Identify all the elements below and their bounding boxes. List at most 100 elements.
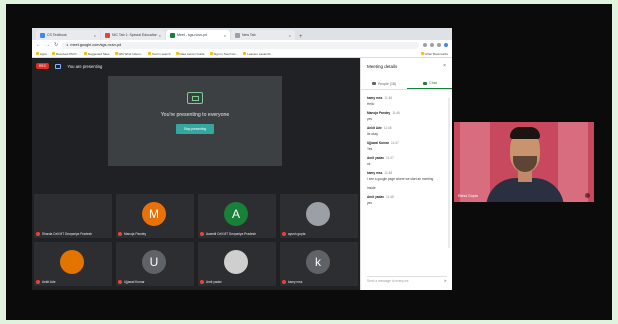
participant-name: kamy mss [282, 280, 302, 284]
self-view-webcam: Rahul Gupta [454, 122, 594, 202]
chat-message-header: Ankit Ade 11:46 [367, 126, 447, 130]
browser-tab-active[interactable]: Meet - sgs-ncsn-pd × [166, 30, 230, 40]
profile-avatar-icon[interactable] [444, 43, 448, 47]
participant-tile[interactable]: Sharda Cell MT Devpariya Pradesh [34, 194, 112, 238]
chat-message-header: Amit yadav 11:48 [367, 195, 447, 199]
chat-message: Manoja Pandey 11:46 yes [367, 111, 447, 121]
chat-text: yes [367, 117, 372, 121]
background-wall [460, 122, 490, 202]
meet-top-bar: REC You are presenting [36, 62, 102, 70]
participant-tile[interactable]: Ankit Ade [34, 242, 112, 286]
close-icon[interactable]: × [224, 33, 226, 38]
participant-name: ayush gupta [282, 232, 305, 236]
bookmark-item[interactable]: Received PM P... [51, 52, 79, 56]
bookmark-item[interactable]: Suggested Sites [83, 52, 110, 56]
other-bookmarks[interactable]: Other Bookmarks [420, 52, 448, 56]
mic-off-icon [282, 280, 286, 284]
bookmark-item[interactable]: Scorm search [148, 52, 171, 56]
chat-message: Ankit Ade 11:46 Its okay [367, 126, 447, 136]
participant-name: Manoja Pandey [118, 232, 146, 236]
chat-message-header: Manoja Pandey 11:46 [367, 111, 447, 115]
apps-icon [36, 52, 39, 55]
tab-favicon-icon [40, 32, 45, 38]
tab-chat[interactable]: Chat [407, 78, 452, 89]
participant-name: Ujjawal Kumar [118, 280, 145, 284]
bookmark-item[interactable]: Leanion Lautenth... [243, 52, 273, 56]
webcam-name-label: Rahul Gupta [458, 194, 478, 198]
participant-tile[interactable]: k kamy mss [280, 242, 358, 286]
close-icon[interactable]: × [94, 33, 96, 38]
mic-off-icon [200, 232, 204, 236]
participant-tile[interactable]: Amit yadav [198, 242, 276, 286]
browser-tab[interactable]: CS Textbook × [36, 30, 100, 40]
bookmark-item[interactable]: Sign in Touch Ac... [209, 52, 238, 56]
chat-timestamp: 11:47 [386, 156, 394, 160]
lock-icon: ● [66, 43, 69, 47]
browser-window: CS Textbook × NIC Tab 1: Special Educati… [32, 28, 452, 290]
chat-message-header: Amit yadav 11:47 [367, 156, 447, 160]
participant-name: Sharda Cell MT Devpariya Pradesh [36, 232, 92, 236]
tab-label: CS Textbook [47, 33, 67, 37]
stop-presenting-button[interactable]: Stop presenting [175, 124, 215, 134]
chat-input[interactable]: Send a message to everyone ➤ [367, 276, 447, 284]
forward-icon[interactable]: → [45, 42, 50, 48]
chat-text: yes [367, 201, 372, 205]
chat-input-placeholder: Send a message to everyone [367, 278, 409, 283]
bookmark-item[interactable]: Data Center Guide [175, 52, 205, 56]
participant-tile[interactable]: A Awantii Cell MT Devpariya Pradesh [198, 194, 276, 238]
tab-favicon-icon [105, 32, 110, 38]
chat-sender: Ujjawal Kumar [367, 141, 389, 145]
chat-timestamp: 11:46 [392, 111, 400, 115]
chat-timestamp: 11:48 [384, 171, 393, 175]
close-icon[interactable]: × [289, 33, 291, 38]
send-icon[interactable]: ➤ [444, 278, 447, 283]
chat-message: Inside [367, 186, 447, 190]
bookmark-icon [51, 52, 55, 55]
browser-tab[interactable]: NIC Tab 1: Special Education × [101, 30, 165, 40]
presentation-panel: You're presenting to everyone Stop prese… [108, 76, 282, 166]
participant-tile[interactable]: U Ujjawal Kumar [116, 242, 194, 286]
avatar [224, 250, 248, 274]
chat-messages: kamy mss 11:46 Hello Manoja Pandey 11:46 yes A… [367, 96, 447, 210]
bookmark-icon [114, 52, 118, 55]
chat-sender: Amit yadav [367, 156, 385, 160]
reload-icon[interactable]: ↻ [54, 42, 58, 48]
url-text: meet.google.com/sgs-ncsn-pd [70, 43, 122, 47]
bookmarks-bar: Apps Received PM P... Suggested Sites Wb… [32, 50, 452, 58]
participant-name-text: Manoja Pandey [124, 232, 147, 236]
browser-tab[interactable]: New Tab × [231, 30, 295, 40]
mic-off-icon [118, 232, 122, 236]
bookmark-item[interactable]: Wbl Wind Indem... [114, 52, 143, 56]
chat-scrollbar[interactable] [448, 98, 450, 248]
chat-sender: kamy mss [367, 171, 383, 175]
chat-message-header: kamy mss 11:48 [367, 171, 447, 175]
participant-name-text: ayush gupta [288, 232, 306, 236]
close-icon[interactable]: × [443, 63, 446, 69]
recording-badge: REC [36, 63, 50, 69]
mic-off-icon [200, 280, 204, 284]
participant-name-text: Awantii Cell MT Devpariya Pradesh [206, 232, 257, 236]
chat-sender: Manoja Pandey [367, 111, 391, 115]
avatar: M [142, 202, 166, 226]
bookmark-icon [175, 52, 179, 55]
bookmark-item[interactable]: Apps [36, 52, 47, 56]
tab-favicon-icon [235, 32, 240, 38]
back-icon[interactable]: ← [36, 42, 41, 48]
extension-icon[interactable] [437, 43, 441, 47]
participant-tile[interactable]: ayush gupta [280, 194, 358, 238]
extension-icon[interactable] [423, 43, 427, 47]
participant-name-text: Sharda Cell MT Devpariya Pradesh [42, 232, 93, 236]
presenting-status: You are presenting [67, 63, 103, 69]
extension-icon[interactable] [430, 43, 434, 47]
tab-people[interactable]: People (18) [361, 78, 407, 89]
extension-icons [423, 43, 448, 47]
presentation-title: You're presenting to everyone [160, 112, 230, 118]
url-input[interactable]: ● meet.google.com/sgs-ncsn-pd [62, 41, 419, 49]
tab-strip: CS Textbook × NIC Tab 1: Special Educati… [32, 28, 452, 40]
participant-tile[interactable]: M Manoja Pandey [116, 194, 194, 238]
details-tabs: People (18) Chat [361, 78, 452, 90]
chat-message: Amit yadav 11:47 ok [367, 156, 447, 166]
chat-message: Amit yadav 11:48 yes [367, 195, 447, 205]
close-icon[interactable]: × [159, 33, 161, 38]
mic-off-icon [36, 232, 40, 236]
